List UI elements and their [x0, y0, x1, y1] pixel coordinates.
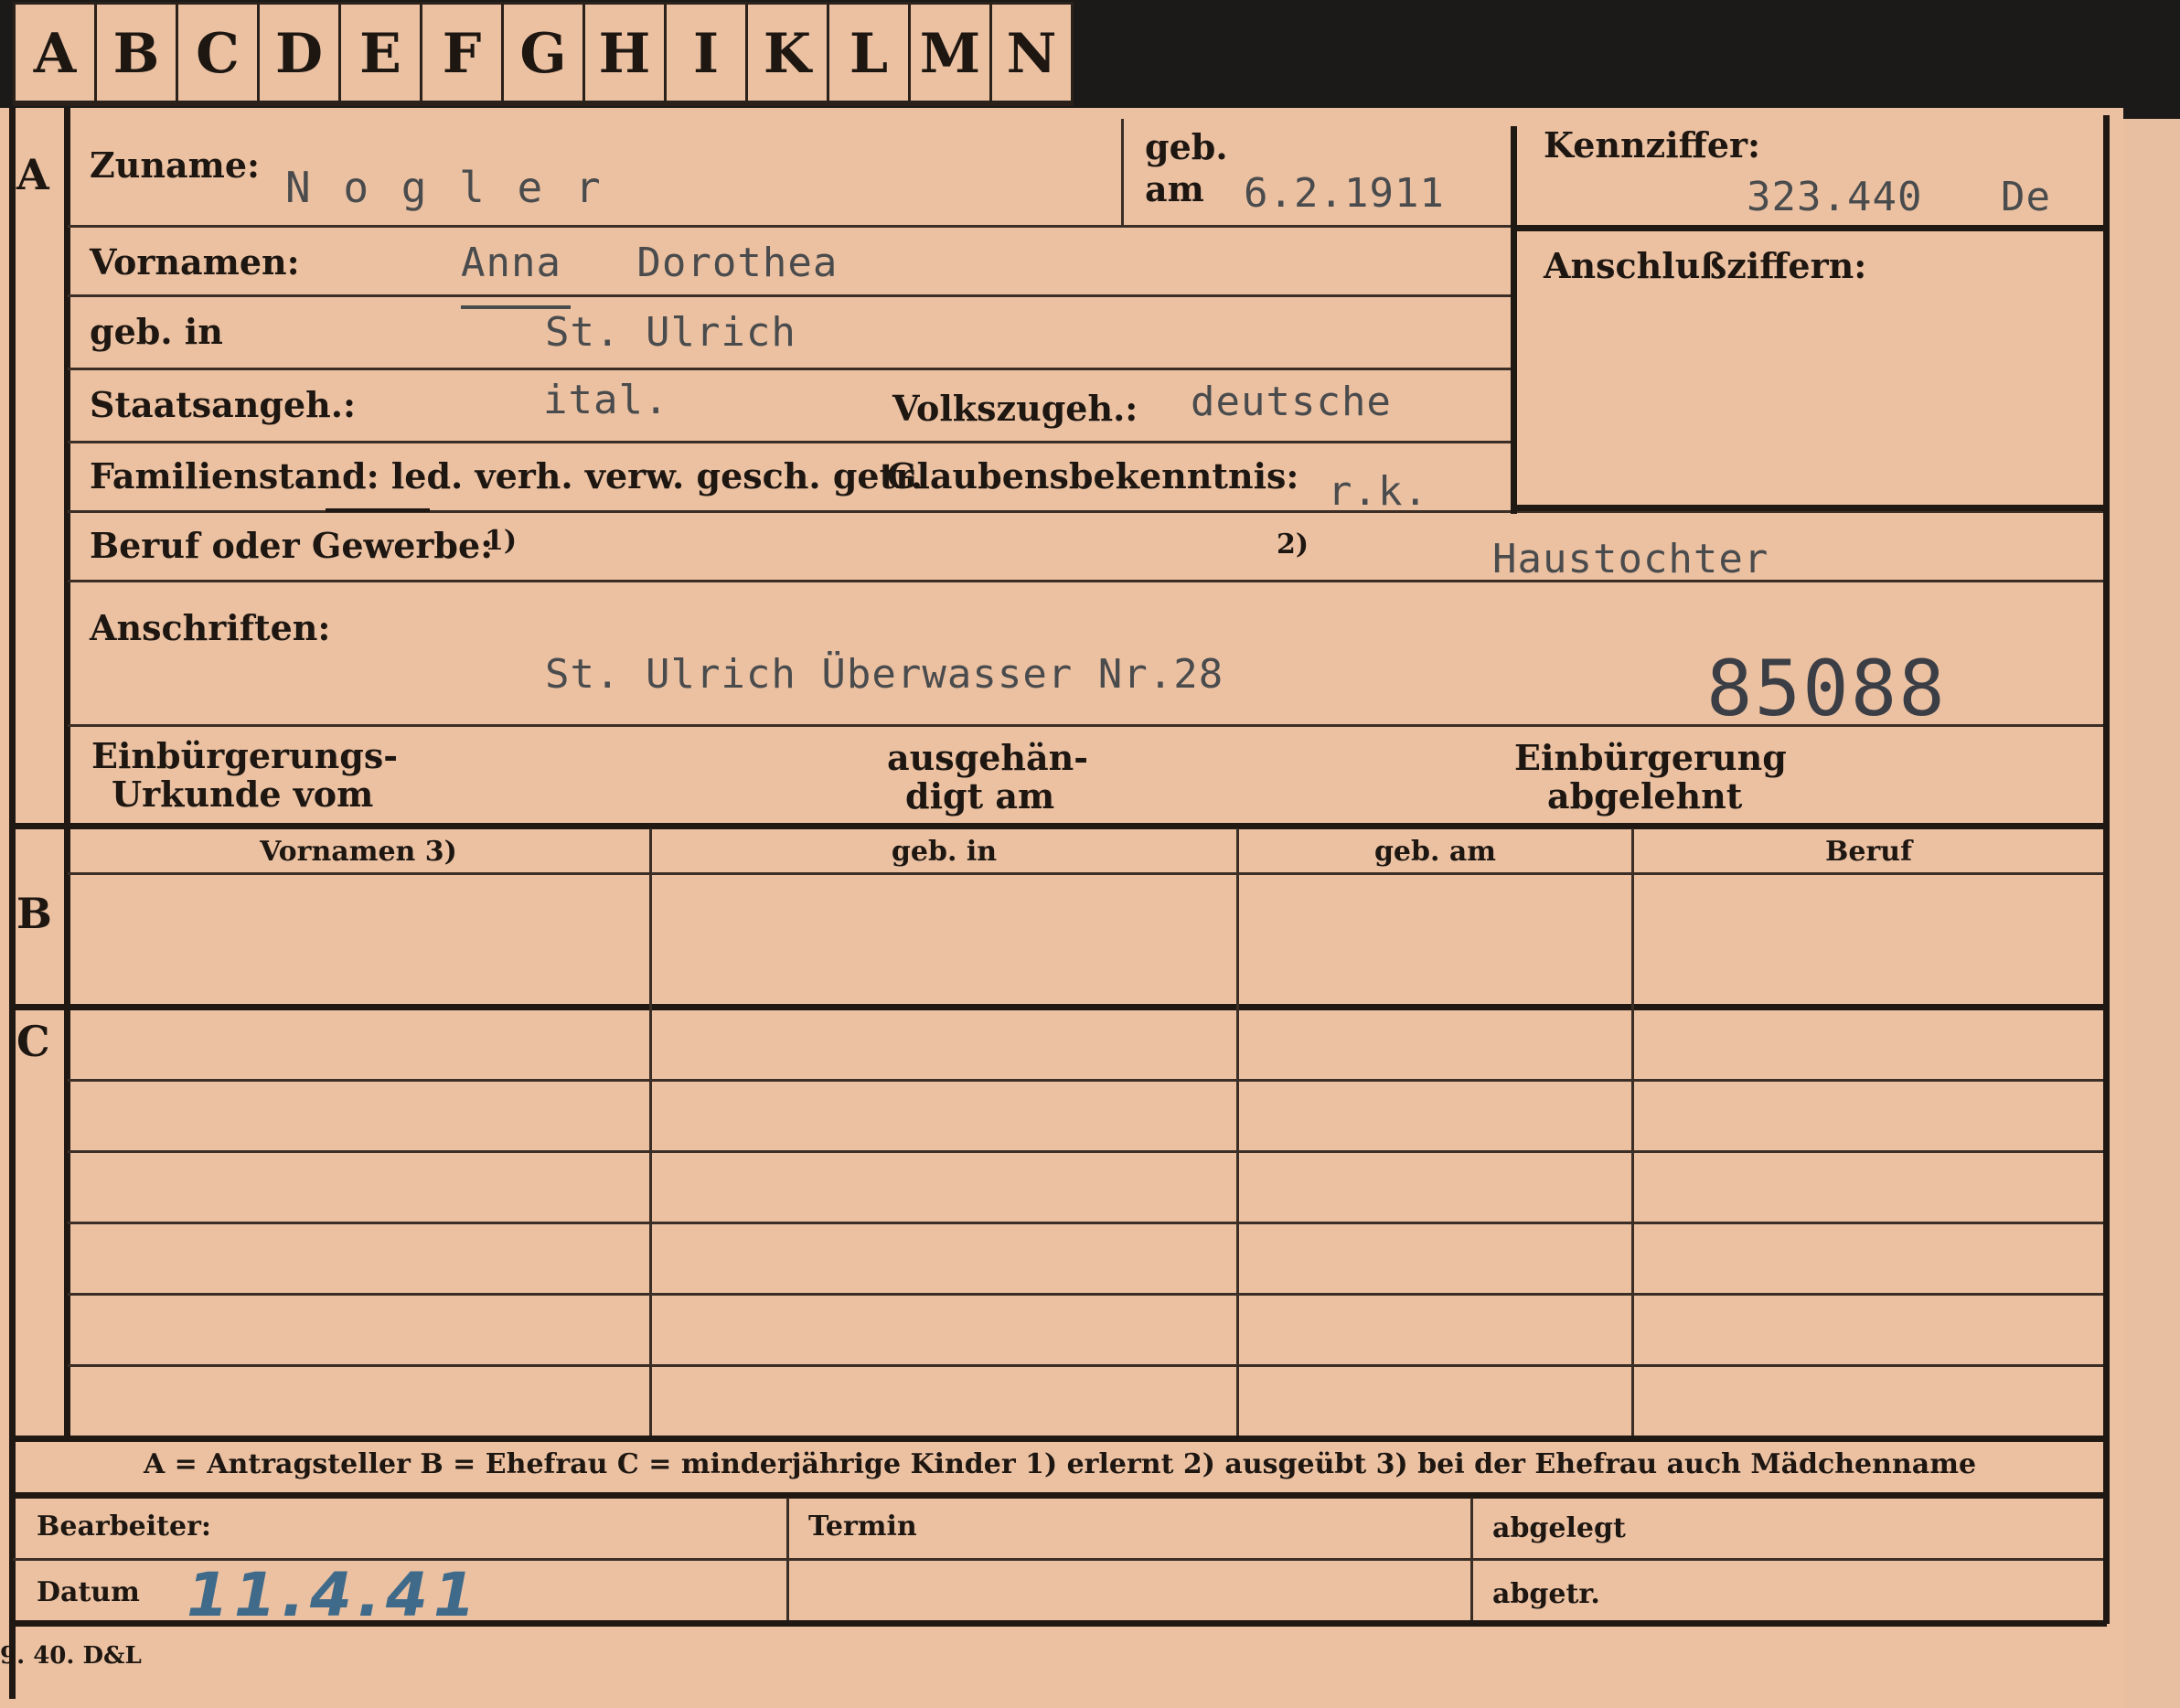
col-rule	[1470, 1498, 1473, 1620]
datum-value: 11.4.41	[187, 1560, 481, 1630]
tab-letter[interactable]: D	[257, 2, 338, 102]
rule	[68, 1222, 2103, 1224]
tab-letter[interactable]: N	[989, 2, 1074, 102]
datum-label: Datum	[37, 1576, 140, 1608]
section-rule	[13, 1004, 2107, 1010]
kennziffer-value: 323.440	[1747, 174, 1923, 220]
familien-underline	[326, 508, 430, 512]
rule	[68, 1293, 2103, 1296]
kennziffer-suffix: De	[2001, 174, 2051, 220]
section-a-divider	[64, 108, 70, 825]
beruf-note-1: 1)	[485, 525, 518, 557]
print-code: 9. 40. D&L	[0, 1642, 142, 1670]
col-header-geb-in: geb. in	[891, 836, 998, 868]
rule	[68, 1079, 2103, 1082]
tab-letter[interactable]: A	[13, 2, 94, 102]
rule	[68, 294, 1512, 297]
kennziffer-label: Kennziffer:	[1544, 124, 1761, 165]
tab-letter[interactable]: I	[664, 2, 745, 102]
section-rule	[13, 1492, 2107, 1499]
beruf-label: Beruf oder Gewerbe:	[90, 525, 494, 566]
section-bc-divider	[64, 827, 70, 1436]
rule	[68, 872, 2103, 875]
section-a-letter: A	[16, 150, 49, 199]
zuname-label: Zuname:	[90, 144, 261, 186]
stamp-number: 85088	[1706, 644, 1947, 733]
tab-letter[interactable]: M	[908, 2, 989, 102]
section-rule	[13, 1436, 2107, 1442]
anschriften-value: St. Ulrich Überwasser Nr.28	[545, 651, 1224, 698]
col-rule	[649, 828, 652, 1436]
familien-label: Familienstand: led. verh. verw. gesch. g…	[90, 455, 923, 496]
rule	[68, 368, 1512, 370]
rule	[68, 580, 2103, 582]
anschluss-label: Anschlußziffern:	[1544, 245, 1867, 286]
abgetr-label: abgetr.	[1492, 1578, 1600, 1610]
geb-am-value: 6.2.1911	[1244, 170, 1445, 217]
bearbeiter-label: Bearbeiter:	[37, 1511, 211, 1543]
box-divider	[1511, 126, 1517, 514]
alphabet-tabs: ABCDEFGHIKLMN	[13, 2, 1074, 102]
rule	[68, 225, 1512, 228]
tab-letter[interactable]: H	[582, 2, 664, 102]
ausgehaendigt-label-1: ausgehän-	[887, 737, 1089, 778]
card-edge	[2123, 119, 2180, 1708]
rule	[1121, 119, 1124, 225]
section-rule	[13, 823, 2107, 829]
am-label: am	[1145, 168, 1204, 209]
zuname-value: N o g l e r	[285, 163, 604, 212]
volks-label: Volkszugeh.:	[892, 388, 1138, 429]
col-rule	[786, 1498, 789, 1620]
rule	[68, 1150, 2103, 1153]
section-b-letter: B	[16, 889, 52, 938]
geb-in-label: geb. in	[90, 311, 223, 352]
tab-letter[interactable]: C	[176, 2, 257, 102]
tabs-underline	[13, 101, 1074, 106]
vornamen-label: Vornamen:	[90, 241, 300, 283]
volks-value: deutsche	[1191, 379, 1392, 425]
col-rule	[1236, 828, 1239, 1436]
col-header-geb-am: geb. am	[1373, 836, 1497, 868]
ausgehaendigt-label-2: digt am	[905, 775, 1055, 817]
glauben-value: r.k.	[1328, 468, 1428, 515]
rule	[68, 1364, 2103, 1367]
box-rule	[1511, 505, 2105, 511]
col-rule	[1631, 828, 1634, 1436]
einb-urkunde-label-2: Urkunde vom	[112, 774, 374, 815]
glauben-label: Glaubensbekenntnis:	[887, 455, 1299, 496]
vornamen-value: Anna Dorothea	[461, 240, 839, 286]
rule	[68, 441, 1512, 443]
beruf-value: Haustochter	[1492, 536, 1769, 582]
box-rule	[1511, 225, 2105, 231]
staats-value: ital.	[543, 377, 669, 423]
staats-label: Staatsangeh.:	[90, 384, 357, 425]
tab-letter[interactable]: G	[501, 2, 582, 102]
abgelegt-label: abgelegt	[1492, 1512, 1626, 1544]
geb-in-value: St. Ulrich	[545, 309, 796, 356]
tab-letter[interactable]: L	[827, 2, 908, 102]
legend: A = Antragsteller B = Ehefrau C = minder…	[143, 1448, 1977, 1480]
einb-abgelehnt-label-2: abgelehnt	[1547, 775, 1743, 817]
beruf-note-2: 2)	[1277, 528, 1309, 560]
tab-letter[interactable]: E	[338, 2, 420, 102]
frame-right	[2103, 115, 2110, 1624]
anschriften-label: Anschriften:	[90, 607, 331, 648]
tab-letter[interactable]: F	[420, 2, 501, 102]
tab-letter[interactable]: K	[745, 2, 827, 102]
tab-letter[interactable]: B	[94, 2, 176, 102]
section-c-letter: C	[16, 1017, 50, 1066]
einb-urkunde-label-1: Einbürgerungs-	[91, 735, 399, 776]
col-header-vornamen: Vornamen 3)	[260, 836, 457, 868]
einb-abgelehnt-label-1: Einbürgerung	[1514, 737, 1787, 778]
col-header-beruf: Beruf	[1825, 836, 1912, 868]
geb-label: geb.	[1145, 126, 1228, 167]
termin-label: Termin	[808, 1511, 917, 1543]
